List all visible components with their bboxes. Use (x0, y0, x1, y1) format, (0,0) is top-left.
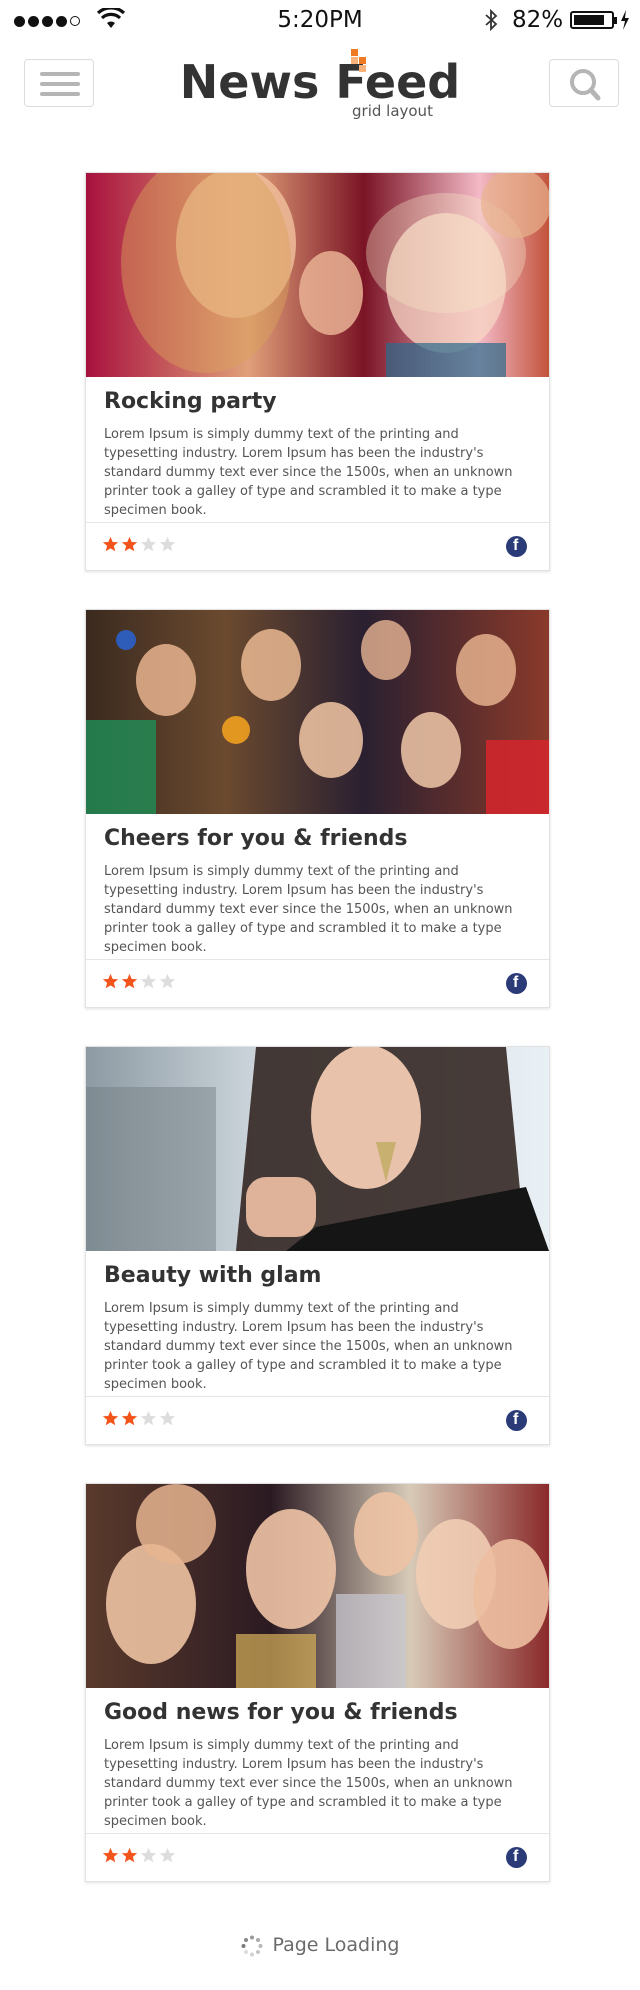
rating-stars[interactable] (102, 973, 176, 990)
card-description: Lorem Ipsum is simply dummy text of the … (104, 1301, 513, 1392)
card-footer: f (86, 523, 549, 570)
search-button[interactable] (549, 59, 619, 107)
page-subtitle: grid layout (352, 102, 433, 120)
card-title[interactable]: Rocking party (104, 387, 531, 417)
star-empty-icon[interactable] (140, 1847, 157, 1864)
rating-stars[interactable] (102, 1847, 176, 1864)
loading-spinner-icon (241, 1935, 262, 1956)
card-footer: f (86, 1397, 549, 1444)
card-description: Lorem Ipsum is simply dummy text of the … (104, 864, 513, 955)
star-filled-icon[interactable] (102, 1410, 119, 1427)
card-footer: f (86, 1834, 549, 1881)
page-loading-indicator: Page Loading (0, 1934, 640, 1957)
star-empty-icon[interactable] (159, 973, 176, 990)
star-empty-icon[interactable] (140, 1410, 157, 1427)
star-filled-icon[interactable] (102, 973, 119, 990)
news-card[interactable]: Rocking party Lorem Ipsum is simply dumm… (85, 172, 550, 571)
battery-percent: 82% (512, 7, 564, 33)
charging-icon (621, 10, 629, 30)
rating-stars[interactable] (102, 1410, 176, 1427)
facebook-share-icon[interactable]: f (506, 536, 527, 557)
card-description: Lorem Ipsum is simply dummy text of the … (104, 1738, 513, 1829)
card-description: Lorem Ipsum is simply dummy text of the … (104, 427, 513, 518)
card-title[interactable]: Beauty with glam (104, 1261, 531, 1291)
bluetooth-icon (485, 9, 498, 31)
status-bar: 5:20PM 82% (0, 0, 640, 40)
card-image-cheers[interactable] (86, 610, 549, 814)
star-empty-icon[interactable] (140, 973, 157, 990)
star-filled-icon[interactable] (121, 973, 138, 990)
star-empty-icon[interactable] (159, 1847, 176, 1864)
facebook-share-icon[interactable]: f (506, 973, 527, 994)
card-image-party[interactable] (86, 173, 549, 377)
star-filled-icon[interactable] (102, 1847, 119, 1864)
card-footer: f (86, 960, 549, 1007)
star-empty-icon[interactable] (159, 1410, 176, 1427)
star-filled-icon[interactable] (121, 536, 138, 553)
star-filled-icon[interactable] (102, 536, 119, 553)
news-card[interactable]: Beauty with glam Lorem Ipsum is simply d… (85, 1046, 550, 1445)
facebook-share-icon[interactable]: f (506, 1410, 527, 1431)
news-card[interactable]: Good news for you & friends Lorem Ipsum … (85, 1483, 550, 1882)
card-image-glam[interactable] (86, 1047, 549, 1251)
news-card[interactable]: Cheers for you & friends Lorem Ipsum is … (85, 609, 550, 1008)
star-empty-icon[interactable] (140, 536, 157, 553)
logo-accent-icon (351, 49, 366, 72)
card-title[interactable]: Cheers for you & friends (104, 824, 531, 854)
search-icon (570, 69, 601, 101)
card-title[interactable]: Good news for you & friends (104, 1698, 531, 1728)
star-filled-icon[interactable] (121, 1410, 138, 1427)
news-feed: Rocking party Lorem Ipsum is simply dumm… (85, 172, 550, 1920)
rating-stars[interactable] (102, 536, 176, 553)
star-empty-icon[interactable] (159, 536, 176, 553)
battery-icon (570, 11, 617, 29)
page-title: News Feed (179, 55, 461, 109)
facebook-share-icon[interactable]: f (506, 1847, 527, 1868)
loading-text: Page Loading (272, 1934, 400, 1956)
star-filled-icon[interactable] (121, 1847, 138, 1864)
card-image-friends[interactable] (86, 1484, 549, 1688)
